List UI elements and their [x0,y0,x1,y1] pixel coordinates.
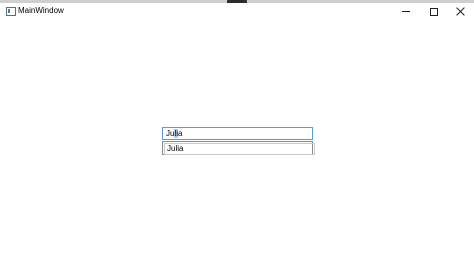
minimize-icon [402,11,410,12]
maximize-button[interactable] [420,3,448,20]
suggestion-list: Julia [162,141,315,155]
maximize-icon [430,7,438,16]
suggestion-item[interactable]: Julia [164,143,315,155]
close-button[interactable] [446,3,474,20]
close-icon [456,7,465,16]
autocomplete-input[interactable]: Julia [162,127,313,140]
window-icon [6,7,16,16]
title-bar[interactable]: MainWindow [0,3,474,20]
window-title: MainWindow [18,6,64,15]
remaining-text: a [178,129,183,138]
minimize-button[interactable] [392,3,420,20]
